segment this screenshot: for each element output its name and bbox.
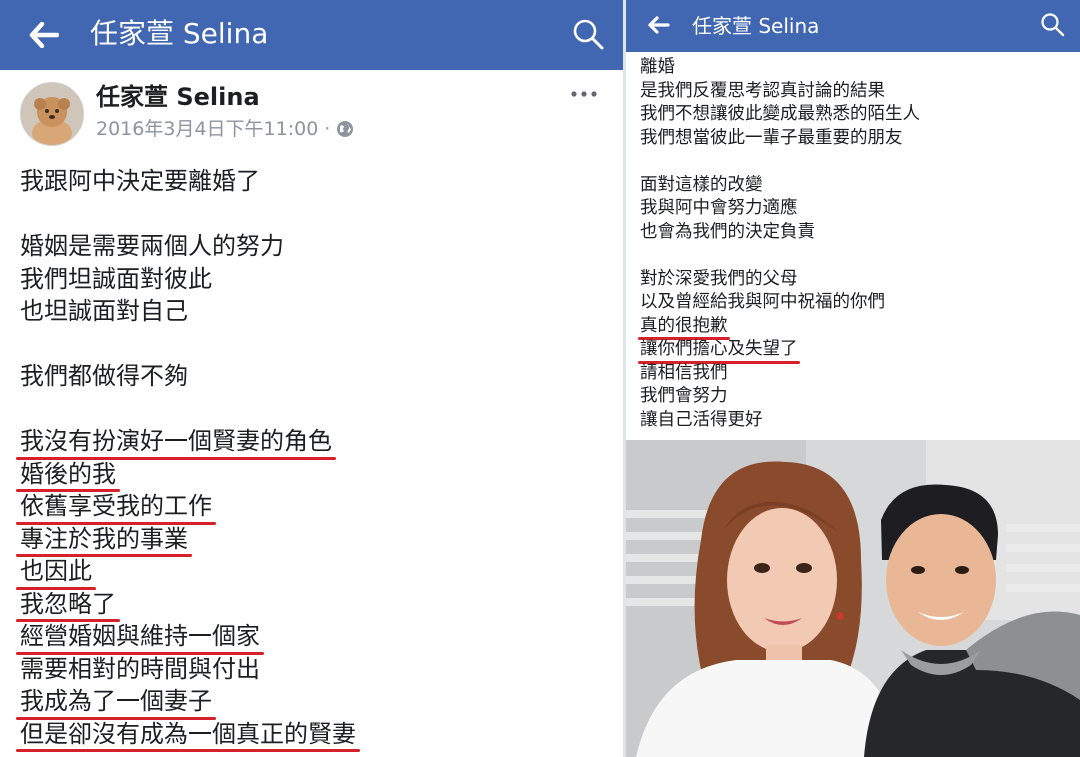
line-text: 依舊享受我的工作 (16, 490, 216, 524)
text-line: 我們會努力 (640, 385, 1070, 409)
line-text: 面對這樣的改變 (640, 174, 763, 195)
right-post-screenshot: 任家萱 Selina 離婚是我們反覆思考認真討論的結果我們不想讓彼此變成最熟悉的… (626, 0, 1080, 757)
text-line: 我們坦誠面對彼此 (20, 263, 616, 296)
text-line: 對於深愛我們的父母 (640, 268, 1070, 292)
text-line: 我們都做得不夠 (20, 360, 616, 393)
globe-icon (337, 121, 354, 137)
underlined-text-line: 讓你們擔心及失望了 (638, 338, 1070, 363)
post-timestamp[interactable]: 2016年3月4日下午11:00 (96, 116, 318, 142)
back-arrow-icon[interactable] (22, 14, 66, 56)
text-line: 我們想當彼此一輩子最重要的朋友 (640, 127, 1070, 151)
line-text: 我沒有扮演好一個賢妻的角色 (16, 425, 336, 459)
line-text: 對於深愛我們的父母 (640, 268, 798, 289)
underlined-text-line: 也因此 (16, 555, 616, 589)
line-text: 我們會努力 (640, 386, 728, 406)
text-line: 以及曾經給我與阿中祝福的你們 (640, 291, 1070, 315)
search-icon[interactable] (1038, 10, 1068, 40)
line-text: 我們不想讓彼此變成最熟悉的陌生人 (640, 104, 920, 124)
page-title: 任家萱 Selina (90, 17, 269, 50)
text-line: 需要相對的時間與付出 (20, 653, 616, 686)
post-body: 離婚是我們反覆思考認真討論的結果我們不想讓彼此變成最熟悉的陌生人 我們想當彼此一輩… (638, 56, 1070, 433)
line-text: 以及曾經給我與阿中祝福的你們 (640, 292, 885, 312)
underlined-text-line: 經營婚姻與維持一個家 (16, 620, 616, 654)
line-text: 也因此 (16, 555, 96, 589)
underlined-text-line: 我忽略了 (16, 588, 616, 622)
line-text: 婚後的我 (16, 458, 120, 492)
underlined-text-line: 專注於我的事業 (16, 523, 616, 557)
post-photo[interactable] (626, 440, 1080, 757)
underlined-text-line: 但是卻沒有成為一個真正的賢妻 (16, 718, 616, 752)
post-header: 任家萱 Selina 2016年3月4日下午11:00 · (20, 80, 610, 148)
line-text: 經營婚姻與維持一個家 (16, 620, 264, 654)
line-text: 離婚 (640, 57, 675, 77)
top-navigation-bar: 任家萱 Selina (626, 0, 1080, 52)
line-text: 請相信我們 (640, 362, 728, 383)
line-text: 真的很抱歉 (638, 315, 729, 340)
text-line: 讓自己活得更好 (640, 409, 1070, 433)
text-line: 我與阿中會努力適應 (640, 197, 1070, 221)
line-text: 我們想當彼此一輩子最重要的朋友 (640, 127, 903, 148)
avatar[interactable] (20, 82, 84, 146)
search-icon[interactable] (570, 16, 608, 54)
post-author-name[interactable]: 任家萱 Selina (96, 82, 260, 112)
text-line: 面對這樣的改變 (640, 174, 1070, 198)
text-line: 婚姻是需要兩個人的努力 (20, 230, 616, 263)
line-text: 但是卻沒有成為一個真正的賢妻 (16, 718, 360, 752)
text-line: 我們不想讓彼此變成最熟悉的陌生人 (640, 103, 1070, 127)
left-post-screenshot: 任家萱 Selina 任家萱 Selina 2016年3月4日下午11:00 · (0, 0, 626, 757)
underlined-text-line: 我成為了一個妻子 (16, 685, 616, 719)
line-text: 我們坦誠面對彼此 (20, 264, 212, 293)
post-meta: 2016年3月4日下午11:00 · (96, 116, 354, 142)
text-line: 是我們反覆思考認真討論的結果 (640, 80, 1070, 104)
line-text: 需要相對的時間與付出 (20, 654, 260, 683)
page-title: 任家萱 Selina (692, 14, 820, 38)
line-text: 我成為了一個妻子 (16, 685, 216, 719)
line-text: 我與阿中會努力適應 (640, 198, 798, 218)
text-line: 請相信我們 (640, 362, 1070, 386)
meta-separator: · (324, 118, 331, 140)
line-text: 也坦誠面對自己 (20, 297, 188, 325)
underlined-text-line: 我沒有扮演好一個賢妻的角色 (16, 425, 616, 459)
text-line: 也坦誠面對自己 (20, 295, 616, 328)
underlined-text-line: 婚後的我 (16, 458, 616, 492)
more-options-icon[interactable] (568, 84, 602, 104)
top-navigation-bar: 任家萱 Selina (0, 0, 626, 70)
line-text: 婚姻是需要兩個人的努力 (20, 232, 284, 260)
line-text: 專注於我的事業 (16, 523, 192, 557)
underlined-text-line: 依舊享受我的工作 (16, 490, 616, 524)
line-text: 我跟阿中決定要離婚了 (20, 167, 260, 195)
line-text: 也會為我們的決定負責 (640, 221, 815, 242)
text-line: 離婚 (640, 56, 1070, 80)
back-arrow-icon[interactable] (642, 8, 676, 42)
line-text: 讓自己活得更好 (640, 409, 763, 430)
line-text: 我們都做得不夠 (20, 362, 188, 390)
post-body: 我跟阿中決定要離婚了 婚姻是需要兩個人的努力 我們坦誠面對彼此 也坦誠面對自己 我們都做… (16, 165, 616, 752)
underlined-text-line: 真的很抱歉 (638, 315, 1070, 340)
text-line: 我跟阿中決定要離婚了 (20, 165, 616, 198)
text-line: 也會為我們的決定負責 (640, 221, 1070, 245)
line-text: 讓你們擔心及失望了 (638, 338, 799, 363)
line-text: 我忽略了 (16, 588, 120, 622)
line-text: 是我們反覆思考認真討論的結果 (640, 80, 885, 101)
